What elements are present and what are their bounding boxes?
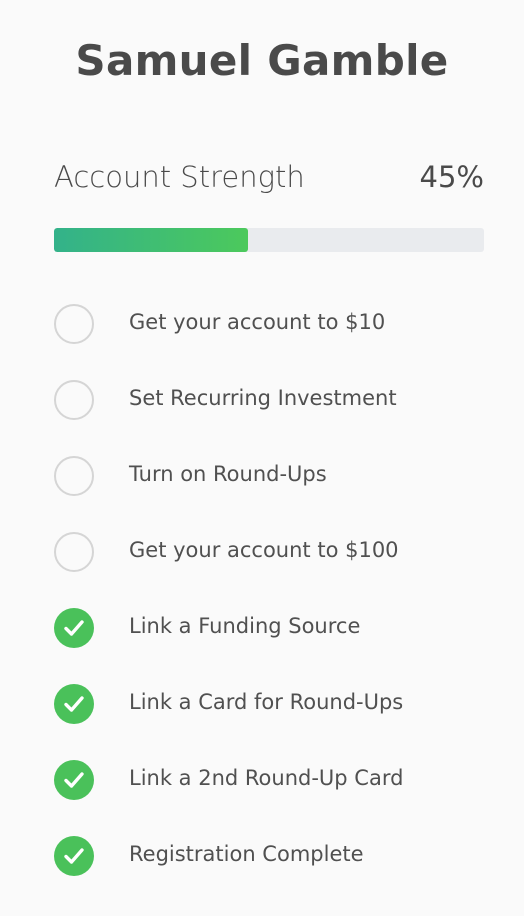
strength-checklist: Get your account to $10 Set Recurring In… — [54, 302, 494, 910]
checklist-item[interactable]: Set Recurring Investment — [54, 378, 494, 454]
checklist-item[interactable]: Get your account to $10 — [54, 302, 494, 378]
check-circle-icon — [54, 684, 94, 724]
account-strength-progress-fill — [54, 228, 248, 252]
check-icon — [64, 696, 84, 712]
profile-name: Samuel Gamble — [75, 36, 449, 85]
checklist-item-label: Get your account to $10 — [129, 310, 386, 334]
account-strength-percent: 45% — [419, 160, 484, 194]
checklist-item[interactable]: Turn on Round-Ups — [54, 454, 494, 530]
check-icon — [64, 772, 84, 788]
status-circle-icon — [54, 532, 94, 572]
checklist-item-label: Link a Funding Source — [129, 614, 361, 638]
checklist-item[interactable]: Link a Funding Source — [54, 606, 494, 682]
status-circle-icon — [54, 456, 94, 496]
checklist-item[interactable]: Registration Complete — [54, 834, 494, 910]
check-circle-icon — [54, 760, 94, 800]
checklist-item[interactable]: Link a Card for Round-Ups — [54, 682, 494, 758]
check-icon — [64, 848, 84, 864]
checklist-item-label: Set Recurring Investment — [129, 386, 397, 410]
account-strength-progress-bar — [54, 228, 484, 252]
checklist-item-label: Registration Complete — [129, 842, 364, 866]
checklist-item-label: Get your account to $100 — [129, 538, 399, 562]
checklist-item-label: Link a Card for Round-Ups — [129, 690, 404, 714]
check-circle-icon — [54, 608, 94, 648]
check-circle-icon — [54, 836, 94, 876]
checklist-item[interactable]: Link a 2nd Round-Up Card — [54, 758, 494, 834]
checklist-item-label: Turn on Round-Ups — [129, 462, 327, 486]
account-strength-label: Account Strength — [54, 160, 305, 194]
status-circle-icon — [54, 380, 94, 420]
checklist-item[interactable]: Get your account to $100 — [54, 530, 494, 606]
check-icon — [64, 620, 84, 636]
checklist-item-label: Link a 2nd Round-Up Card — [129, 766, 404, 790]
status-circle-icon — [54, 304, 94, 344]
